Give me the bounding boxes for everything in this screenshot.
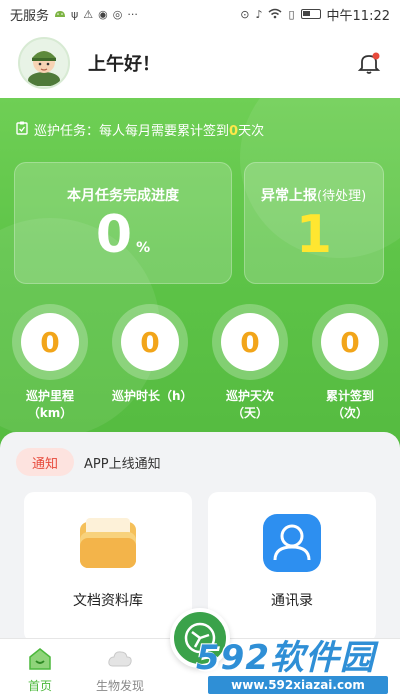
warning-icon: ⚠ [83, 7, 94, 21]
stat-label: 巡护天次（天） [225, 389, 274, 420]
contacts-label: 通讯录 [271, 593, 313, 609]
patrol-task-prefix: 巡护任务：每人每月需要累计签到 [34, 124, 230, 139]
mute-icon: ♪ [255, 7, 263, 21]
monthly-progress-card[interactable]: 本月任务完成进度 0% [14, 162, 232, 284]
stat-patrol-days[interactable]: 0 巡护天次（天） [212, 304, 288, 422]
stat-label: 巡护里程（km） [25, 389, 74, 420]
stat-ring: 0 [212, 304, 288, 380]
stat-patrol-duration[interactable]: 0 巡护时长（h） [112, 304, 193, 405]
stat-label: 巡护时长（h） [112, 389, 193, 403]
no-sim-icon: ▯ [288, 7, 295, 21]
stat-label: 累计签到（次） [325, 389, 374, 420]
patrol-task-suffix: 天次 [238, 124, 265, 139]
watermark-main: 592软件园 [196, 638, 375, 678]
clock-text: 中午11:22 [326, 8, 390, 24]
patrol-task-banner: 巡护任务：每人每月需要累计签到0天次 [16, 120, 264, 139]
status-bar: 无服务 ψ ⚠ ◉ ◎ ··· ⊙ ♪ ▯ 中午11:22 [0, 0, 400, 28]
more-icon: ··· [127, 7, 138, 21]
stat-patrol-distance[interactable]: 0 巡护里程（km） [12, 304, 88, 422]
notice-tag: 通知 [16, 448, 74, 476]
notice-text[interactable]: APP上线通知 [84, 453, 161, 472]
abnormal-report-title-wrap: 异常上报(待处理) [245, 185, 383, 205]
abnormal-report-card[interactable]: 异常上报(待处理) 1 [244, 162, 384, 284]
location-icon: ⊙ [240, 7, 250, 21]
usb-icon: ψ [71, 7, 79, 21]
home-icon [26, 645, 54, 673]
android-icon [54, 8, 66, 20]
notice-bar[interactable]: 通知 APP上线通知 [16, 448, 161, 476]
stat-value: 0 [121, 313, 179, 371]
monthly-progress-unit: % [136, 240, 151, 256]
app-header: 上午好！ [0, 28, 400, 98]
patrol-task-count: 0 [229, 124, 239, 139]
tab-home-label: 首页 [27, 679, 52, 693]
contact-person-icon [261, 512, 323, 574]
cloud-icon [106, 645, 134, 673]
dashboard-panel: 巡护任务：每人每月需要累计签到0天次 本月任务完成进度 0% 异常上报(待处理)… [0, 98, 400, 450]
abnormal-report-title: 异常上报 [261, 188, 317, 204]
docs-library-tile[interactable]: 文档资料库 [24, 492, 192, 642]
tab-bio-label: 生物发现 [95, 679, 144, 693]
avatar[interactable] [18, 37, 70, 89]
carrier-text: 无服务 [10, 8, 50, 24]
abnormal-report-subtitle: (待处理) [317, 189, 367, 204]
stat-ring: 0 [12, 304, 88, 380]
site-watermark: 592软件园 www.592xiazai.com [196, 640, 394, 696]
tab-home[interactable]: 首页 [0, 645, 80, 694]
stat-value: 0 [221, 313, 279, 371]
greeting-text: 上午好！ [88, 54, 160, 75]
stat-total-checkins[interactable]: 0 累计签到（次） [312, 304, 388, 422]
stat-value: 0 [321, 313, 379, 371]
stat-ring: 0 [112, 304, 188, 380]
contacts-tile[interactable]: 通讯录 [208, 492, 376, 642]
notification-bell-icon[interactable] [356, 50, 382, 76]
folder-icon [77, 512, 139, 574]
app-icon: ◎ [112, 7, 123, 21]
battery-icon [300, 9, 321, 19]
monthly-progress-title: 本月任务完成进度 [67, 188, 179, 204]
watermark-url: www.592xiazai.com [208, 676, 388, 694]
monthly-progress-value: 0 [95, 205, 133, 265]
sync-icon: ◉ [98, 7, 108, 21]
abnormal-report-value: 1 [295, 205, 333, 265]
stat-ring: 0 [312, 304, 388, 380]
docs-library-label: 文档资料库 [73, 593, 143, 609]
clipboard-icon [16, 121, 28, 139]
monthly-progress-value-wrap: 0% [15, 209, 231, 261]
wifi-icon [268, 8, 282, 21]
tab-bio-discovery[interactable]: 生物发现 [80, 645, 160, 694]
stat-value: 0 [21, 313, 79, 371]
